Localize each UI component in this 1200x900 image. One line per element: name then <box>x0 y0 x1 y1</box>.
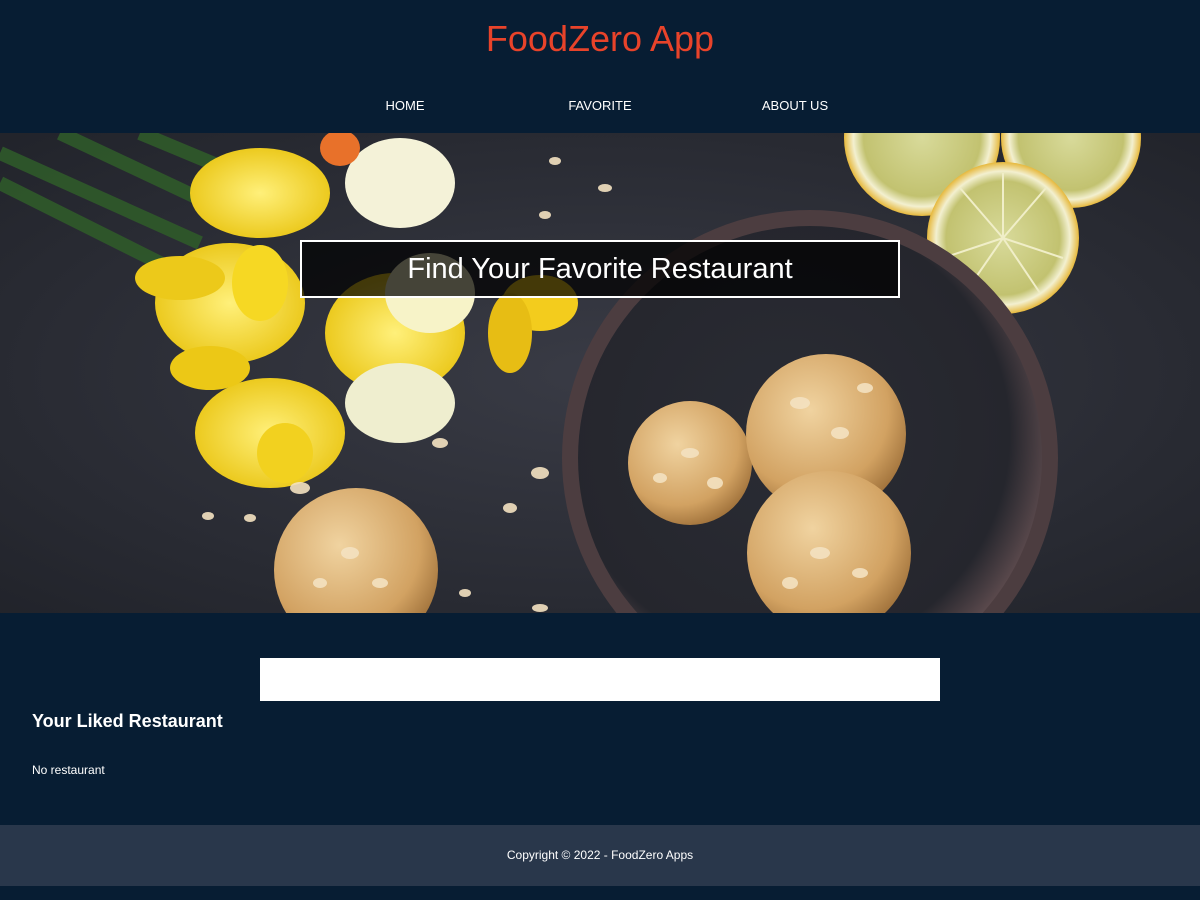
page-footer: Copyright © 2022 - FoodZero Apps <box>0 825 1200 886</box>
hero-banner: Find Your Favorite Restaurant <box>0 133 1200 613</box>
app-title: FoodZero App <box>485 18 715 59</box>
empty-message: No restaurant <box>32 763 105 777</box>
nav-item-favorite[interactable]: FAVORITE <box>502 96 698 116</box>
main-content: Your Liked Restaurant No restaurant <box>0 613 1200 825</box>
nav-item-home[interactable]: HOME <box>307 96 503 116</box>
liked-restaurant-title: Your Liked Restaurant <box>32 711 223 731</box>
main-nav: HOME FAVORITE ABOUT US <box>307 96 893 116</box>
hero-heading: Find Your Favorite Restaurant <box>300 240 900 298</box>
search-input[interactable] <box>260 658 940 701</box>
app-header: FoodZero App HOME FAVORITE ABOUT US <box>0 0 1200 133</box>
nav-item-about-us[interactable]: ABOUT US <box>697 96 893 116</box>
hero-image <box>0 133 1200 613</box>
copyright-text: Copyright © 2022 - FoodZero Apps <box>506 848 694 862</box>
